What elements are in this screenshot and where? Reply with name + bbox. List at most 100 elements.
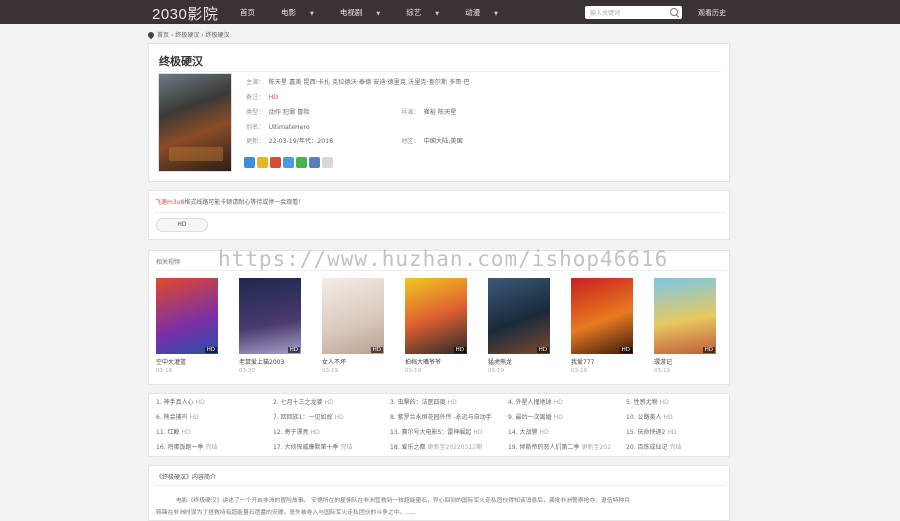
- related-movie-card[interactable]: HD 老鼠爱上猫2003 03-20: [239, 278, 301, 374]
- rank-title[interactable]: 1. 神手真人心: [156, 399, 194, 406]
- rank-title[interactable]: 12. 寄子漂亮: [273, 429, 308, 436]
- breadcrumb-home[interactable]: 首页: [157, 32, 169, 39]
- nav-home[interactable]: 首页: [240, 7, 268, 18]
- movie-name[interactable]: 我爱777: [571, 357, 633, 366]
- list-item[interactable]: 11. 红鲸 HD: [156, 427, 191, 436]
- movie-name[interactable]: 環游记: [654, 357, 716, 366]
- update-row: 更新： 22-03-19/年代：2016: [246, 136, 333, 145]
- synopsis-paragraph: 电影《终极硬汉》讲述了一个开启非洲的冒险故事。 安德所在的雇佣队在非洲营救到一枚…: [176, 498, 631, 504]
- movie-name[interactable]: 拍档大嘴爷爷: [405, 357, 467, 366]
- list-item[interactable]: 16. 鸡蛋饭跑一季 完结: [156, 442, 217, 451]
- starring-row: 主演： 陈天星 嘉美 昆西·卡扎 克拉德沃·泰德 安迪·德里克 沃里克·查尔斯 多…: [246, 77, 470, 86]
- search-icon[interactable]: [670, 8, 678, 16]
- share-weibo-icon[interactable]: [270, 157, 281, 168]
- rank-title[interactable]: 7. 回回族1：一见如故: [273, 414, 332, 421]
- movie-thumbnail[interactable]: HD: [571, 278, 633, 354]
- list-item[interactable]: 17. 大侦探威廉默第十季 完结: [273, 442, 352, 451]
- search-placeholder: 输入关键词: [590, 10, 621, 17]
- share-wechat-icon[interactable]: [296, 157, 307, 168]
- rank-title[interactable]: 17. 大侦探威廉默第十季: [273, 444, 338, 451]
- nav-variety[interactable]: 综艺 ▼: [406, 7, 452, 18]
- list-item[interactable]: 7. 回回族1：一见如故 HD: [273, 412, 344, 421]
- list-item[interactable]: 18. 爱乐之都 更新至20220312期: [390, 442, 482, 451]
- share-more-icon[interactable]: [322, 157, 333, 168]
- alias-value: UltimateHero: [268, 124, 310, 131]
- top-navigation-bar: 2030影院 首页 电影 ▼ 电视剧 ▼ 综艺 ▼ 动漫 ▼ 输入关键词 观看历史: [0, 0, 900, 24]
- rank-title[interactable]: 11. 红鲸: [156, 429, 179, 436]
- rank-status: 更新至202: [581, 444, 611, 451]
- breadcrumb-current: 终极硬汉: [205, 32, 230, 39]
- list-item[interactable]: 15. 玩命快递2 HD: [626, 427, 676, 436]
- list-item[interactable]: 10. 公路美人 HD: [626, 412, 673, 421]
- movie-thumbnail[interactable]: HD: [654, 278, 716, 354]
- rank-title[interactable]: 20. 百炼成仙记: [626, 444, 667, 451]
- search-input[interactable]: 输入关键词: [585, 6, 682, 19]
- share-renren-icon[interactable]: [309, 157, 320, 168]
- rank-title[interactable]: 15. 玩命快递2: [626, 429, 665, 436]
- list-item[interactable]: 19. 倾斯帝的恶人们第二季 更新至202: [508, 442, 611, 451]
- list-item[interactable]: 8. 紫罗兰永恒花园外传 -永远与自动手: [390, 412, 494, 421]
- nav-movies[interactable]: 电影 ▼: [281, 7, 327, 18]
- play-source-hd-button[interactable]: HD: [156, 218, 208, 232]
- rank-title[interactable]: 3. 虫擊的：法医四度: [390, 399, 446, 406]
- rank-title[interactable]: 16. 鸡蛋饭跑一季: [156, 444, 203, 451]
- breadcrumb-category[interactable]: 终极硬汉: [175, 32, 199, 39]
- remark-value: HD: [268, 94, 278, 101]
- rank-title[interactable]: 19. 倾斯帝的恶人们第二季: [508, 444, 579, 451]
- movie-thumbnail[interactable]: HD: [488, 278, 550, 354]
- site-logo[interactable]: 2030影院: [152, 3, 218, 24]
- list-item[interactable]: 12. 寄子漂亮 HD: [273, 427, 320, 436]
- rank-status: 完结: [340, 444, 353, 451]
- rank-status: HD: [473, 429, 483, 436]
- movie-thumbnail[interactable]: HD: [405, 278, 467, 354]
- list-item[interactable]: 6. 熊会捕鸟 HD: [156, 412, 199, 421]
- list-item[interactable]: 2. 七月十三之龙婆 HD: [273, 397, 334, 406]
- rank-title[interactable]: 14. 大战警: [508, 429, 537, 436]
- movie-date: 03-19: [488, 368, 504, 374]
- related-movie-card[interactable]: HD 環游记 03-19: [654, 278, 716, 374]
- region-row: 地区： 中国大陆,美国: [401, 136, 463, 145]
- movie-thumbnail[interactable]: HD: [156, 278, 218, 354]
- list-item[interactable]: 13. 赛尔号大电影5：雷神崛起 HD: [390, 427, 482, 436]
- rank-title[interactable]: 13. 赛尔号大电影5：雷神崛起: [390, 429, 471, 436]
- list-item[interactable]: 4. 外星人撞地球 HD: [508, 397, 563, 406]
- movie-name[interactable]: 老鼠爱上猫2003: [239, 357, 301, 366]
- share-tencent-icon[interactable]: [283, 157, 294, 168]
- list-item[interactable]: 9. 最后一次离婚 HD: [508, 412, 563, 421]
- movie-name[interactable]: 女人不坏: [322, 357, 384, 366]
- movie-name[interactable]: 猛虎熊龙: [488, 357, 550, 366]
- movie-name[interactable]: 空中大灌篮: [156, 357, 218, 366]
- nav-tv[interactable]: 电视剧 ▼: [340, 7, 393, 18]
- watch-history-link[interactable]: 观看历史: [698, 8, 726, 18]
- list-item[interactable]: 14. 大战警 HD: [508, 427, 549, 436]
- related-movie-card[interactable]: HD 空中大灌篮 03-19: [156, 278, 218, 374]
- genre-row: 类型： 动作 犯罪 冒险: [246, 107, 310, 116]
- rank-title[interactable]: 6. 熊会捕鸟: [156, 414, 188, 421]
- movie-date: 03-19: [405, 368, 421, 374]
- related-movie-card[interactable]: HD 女人不坏 03-19: [322, 278, 384, 374]
- share-qzone-icon[interactable]: [257, 157, 268, 168]
- list-item[interactable]: 5. 性感尤物 HD: [626, 397, 669, 406]
- list-item[interactable]: 20. 百炼成仙记 完结: [626, 442, 681, 451]
- synopsis-panel: 《终极硬汉》内容简介 电影《终极硬汉》讲述了一个开启非洲的冒险故事。 安德所在的…: [148, 465, 730, 521]
- list-item[interactable]: 3. 虫擊的：法医四度 HD: [390, 397, 457, 406]
- related-movie-card[interactable]: HD 我爱777 03-19: [571, 278, 633, 374]
- share-plus-icon[interactable]: [244, 157, 255, 168]
- related-movie-card[interactable]: HD 猛虎熊龙 03-19: [488, 278, 550, 374]
- related-movie-card[interactable]: HD 拍档大嘴爷爷 03-19: [405, 278, 467, 374]
- list-item[interactable]: 1. 神手真人心 HD: [156, 397, 205, 406]
- rank-title[interactable]: 9. 最后一次离婚: [508, 414, 552, 421]
- divider: [157, 71, 721, 72]
- rank-title[interactable]: 4. 外星人撞地球: [508, 399, 552, 406]
- rank-title[interactable]: 2. 七月十三之龙婆: [273, 399, 323, 406]
- movie-thumbnail[interactable]: HD: [322, 278, 384, 354]
- rank-title[interactable]: 10. 公路美人: [626, 414, 661, 421]
- rank-title[interactable]: 18. 爱乐之都: [390, 444, 425, 451]
- movie-thumbnail[interactable]: HD: [239, 278, 301, 354]
- rank-title[interactable]: 8. 紫罗兰永恒花园外传 -永远与自动手: [390, 414, 492, 421]
- nav-anime[interactable]: 动漫 ▼: [465, 7, 511, 18]
- rank-title[interactable]: 5. 性感尤物: [626, 399, 658, 406]
- rank-status: HD: [447, 399, 457, 406]
- movie-poster[interactable]: [158, 73, 232, 172]
- director-value: 崔裕 陈天星: [423, 109, 457, 116]
